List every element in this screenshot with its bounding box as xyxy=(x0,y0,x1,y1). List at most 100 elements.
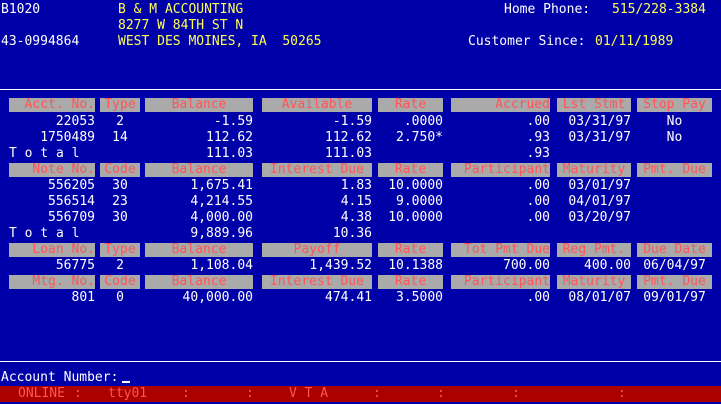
status-online: ONLINE xyxy=(18,386,65,401)
notes-header-cell: Pmt. Due xyxy=(637,163,712,177)
deposits-cell: 112.62 xyxy=(325,130,372,145)
notes-header-cell: Maturity xyxy=(557,163,631,177)
notes-cell: 03/01/97 xyxy=(568,178,631,193)
loans-cell: 56775 xyxy=(55,258,95,273)
deposits-total-label: T o t a l xyxy=(9,146,80,161)
customer-since-value: 01/11/1989 xyxy=(595,34,674,49)
status-sep: : xyxy=(512,386,520,401)
bank-address-line2: WEST DES MOINES, IA 50265 xyxy=(118,34,322,49)
deposits-cell: 1750489 xyxy=(40,130,95,145)
deposits-cell: 22053 xyxy=(55,114,95,129)
tax-id: 43-0994864 xyxy=(1,34,80,49)
bank-name: B & M ACCOUNTING xyxy=(118,2,244,17)
account-number-input[interactable] xyxy=(122,381,131,383)
notes-cell: 30 xyxy=(112,210,128,225)
status-sep: : xyxy=(373,386,381,401)
loans-header-cell: Reg Pmt. xyxy=(557,243,631,257)
notes-total-interest: 10.36 xyxy=(332,226,372,241)
deposits-cell: No xyxy=(666,130,683,145)
notes-cell: .00 xyxy=(526,210,550,225)
mortgages-header-cell: Participant xyxy=(451,275,550,289)
deposits-cell: 112.62 xyxy=(206,130,253,145)
notes-cell: 10.0000 xyxy=(388,178,443,193)
bank-code: B1020 xyxy=(1,2,41,17)
deposits-cell: .93 xyxy=(526,130,550,145)
notes-cell: 9.0000 xyxy=(396,194,443,209)
mortgages-cell: 3.5000 xyxy=(396,290,443,305)
deposits-header-cell: Stop Pay xyxy=(637,98,712,112)
notes-header-cell: Interest Due xyxy=(262,163,372,177)
notes-header-cell: Code xyxy=(100,163,140,177)
deposits-header-cell: Type xyxy=(100,98,140,112)
status-sep: : xyxy=(246,386,254,401)
loans-cell: 1,439.52 xyxy=(309,258,372,273)
deposits-cell: No xyxy=(666,114,683,129)
loans-header-cell: Due Date xyxy=(637,243,712,257)
status-sep: : xyxy=(618,386,626,401)
loans-header-cell: Loan No. xyxy=(9,243,95,257)
deposits-header-cell: Balance xyxy=(145,98,253,112)
mortgages-cell: 09/01/97 xyxy=(643,290,706,305)
notes-cell: 04/01/97 xyxy=(568,194,631,209)
mortgages-header-cell: Rate xyxy=(378,275,443,289)
notes-cell: 556205 xyxy=(48,178,95,193)
deposits-cell: 03/31/97 xyxy=(568,114,631,129)
prompt-divider xyxy=(0,361,721,362)
account-number-label-text: Account Number: xyxy=(1,370,119,385)
notes-cell: .00 xyxy=(526,194,550,209)
loans-cell: 1,108.04 xyxy=(190,258,253,273)
deposits-cell: -1.59 xyxy=(213,114,253,129)
notes-cell: 1.83 xyxy=(340,178,372,193)
notes-header-cell: Rate xyxy=(378,163,443,177)
status-sep: : xyxy=(74,386,82,401)
deposits-cell: .0000 xyxy=(403,114,443,129)
loans-cell: 400.00 xyxy=(584,258,631,273)
deposits-total-available: 111.03 xyxy=(325,146,372,161)
loans-header-cell: Payoff xyxy=(262,243,372,257)
mortgages-cell: 08/01/07 xyxy=(568,290,631,305)
loans-cell: 06/04/97 xyxy=(643,258,706,273)
notes-cell: 4,000.00 xyxy=(190,210,253,225)
home-phone-value: 515/228-3384 xyxy=(612,2,706,17)
mortgages-cell: 40,000.00 xyxy=(182,290,253,305)
deposits-total-balance: 111.03 xyxy=(206,146,253,161)
deposits-total-accrued: .93 xyxy=(526,146,550,161)
notes-cell: 4.15 xyxy=(340,194,372,209)
mortgages-cell: 0 xyxy=(116,290,124,305)
deposits-header-cell: Acct. No. xyxy=(9,98,95,112)
notes-cell: 23 xyxy=(112,194,128,209)
notes-cell: .00 xyxy=(526,178,550,193)
loans-cell: 10.1388 xyxy=(388,258,443,273)
loans-header-cell: Rate xyxy=(378,243,443,257)
header-divider xyxy=(0,89,721,90)
deposits-cell: 03/31/97 xyxy=(568,130,631,145)
mortgages-header-cell: Balance xyxy=(145,275,253,289)
deposits-cell: 2.750* xyxy=(396,130,443,145)
notes-cell: 10.0000 xyxy=(388,210,443,225)
loans-cell: 2 xyxy=(116,258,124,273)
status-bar: ONLINE : tty01 : : V T A : : : : xyxy=(0,386,721,402)
deposits-cell: 14 xyxy=(112,130,128,145)
mortgages-header-cell: Code xyxy=(100,275,140,289)
notes-header-cell: Balance xyxy=(145,163,253,177)
account-number-label: Account Number: xyxy=(1,370,131,385)
status-sep: : xyxy=(182,386,190,401)
deposits-header-cell: Rate xyxy=(378,98,443,112)
home-phone-label: Home Phone: xyxy=(504,2,591,17)
notes-header-cell: Participant xyxy=(451,163,550,177)
loans-header-cell: Balance xyxy=(145,243,253,257)
notes-cell: 1,675.41 xyxy=(190,178,253,193)
mortgages-cell: 474.41 xyxy=(325,290,372,305)
deposits-cell: 2 xyxy=(116,114,124,129)
deposits-cell: -1.59 xyxy=(332,114,372,129)
notes-cell: 556709 xyxy=(48,210,95,225)
notes-cell: 4.38 xyxy=(340,210,372,225)
deposits-header-cell: Lst Stmt xyxy=(557,98,631,112)
mortgages-header-cell: Interest Due xyxy=(262,275,372,289)
deposits-header-cell: Accrued xyxy=(451,98,550,112)
loans-cell: 700.00 xyxy=(503,258,550,273)
loans-header-cell: Type xyxy=(100,243,140,257)
mortgages-cell: .00 xyxy=(526,290,550,305)
loans-header-cell: Tot Pmt Due xyxy=(451,243,550,257)
notes-cell: 556514 xyxy=(48,194,95,209)
